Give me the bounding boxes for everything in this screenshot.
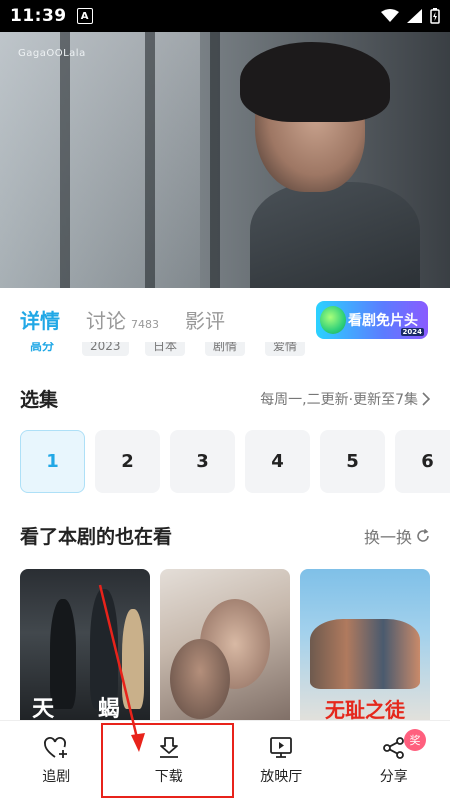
heart-plus-icon <box>44 736 68 758</box>
wifi-icon <box>381 9 399 22</box>
screening-room-button[interactable]: 放映厅 <box>225 721 338 800</box>
poster-title: 无耻之徒 <box>325 698 405 722</box>
status-bar: 11:39 A <box>0 0 450 32</box>
tab-details-label: 详情 <box>20 308 60 333</box>
video-watermark: GagaOOLala <box>18 48 86 59</box>
episode-button[interactable]: 1 <box>20 430 85 493</box>
episode-button[interactable]: 5 <box>320 430 385 493</box>
chevron-right-icon <box>422 392 430 406</box>
share-button[interactable]: 分享 奖 <box>338 721 450 800</box>
promo-label: 看剧免片头 <box>348 313 418 329</box>
tag-chip[interactable]: 剧情 <box>205 342 246 356</box>
tab-details[interactable]: 详情 <box>20 305 60 334</box>
episode-list: 1 2 3 4 5 6 <box>20 430 450 493</box>
poster-title: 天 蝎 <box>32 697 138 722</box>
recommend-poster[interactable] <box>160 569 290 729</box>
refresh-button[interactable]: 换一换 <box>364 524 430 548</box>
episode-button[interactable]: 6 <box>395 430 450 493</box>
follow-label: 追剧 <box>42 768 71 785</box>
video-person-hair <box>240 42 390 122</box>
detail-tabs: 详情 讨论 7483 影评 看剧免片头 2024 <box>0 288 450 350</box>
refresh-label: 换一换 <box>363 528 412 547</box>
share-label: 分享 <box>379 768 408 785</box>
recommend-poster[interactable]: 无耻之徒 <box>300 569 430 729</box>
poster-cast <box>310 619 420 689</box>
video-window-frame <box>60 32 70 288</box>
recommend-poster[interactable]: 天 蝎 <box>20 569 150 729</box>
video-person-body <box>250 182 420 288</box>
signal-icon <box>407 9 422 23</box>
episodes-update-link[interactable]: 每周一,二更新·更新至7集 <box>260 389 430 409</box>
tag-chip[interactable]: 日本 <box>145 342 186 356</box>
tab-discussion-label: 讨论 <box>86 308 126 333</box>
battery-icon <box>430 8 440 24</box>
annotation-highlight-box <box>101 723 234 798</box>
video-window-light <box>0 32 200 288</box>
tab-reviews[interactable]: 影评 <box>185 305 225 334</box>
tag-chip[interactable]: 2023 <box>82 342 129 356</box>
reward-badge: 奖 <box>404 729 426 751</box>
video-window-frame <box>145 32 155 288</box>
episode-button[interactable]: 3 <box>170 430 235 493</box>
episode-button[interactable]: 4 <box>245 430 310 493</box>
video-window-frame <box>210 32 220 288</box>
tag-chip[interactable]: 爱情 <box>265 342 306 356</box>
tag-row: 高分 2023 日本 剧情 爱情 <box>0 342 450 358</box>
mascot-icon <box>320 306 346 334</box>
promo-chip: 2024 <box>400 328 424 336</box>
screen-play-icon <box>270 736 293 758</box>
share-icon <box>382 736 404 759</box>
follow-button[interactable]: 追剧 <box>0 721 113 800</box>
screening-label: 放映厅 <box>260 768 303 785</box>
skip-intro-promo-button[interactable]: 看剧免片头 2024 <box>316 301 428 339</box>
video-player[interactable]: GagaOOLala <box>0 32 450 288</box>
refresh-icon <box>417 529 429 542</box>
episodes-update-info: 每周一,二更新·更新至7集 <box>260 392 418 408</box>
recommend-title: 看了本剧的也在看 <box>20 526 173 548</box>
tab-discussion[interactable]: 讨论 7483 <box>86 305 159 334</box>
tab-discussion-count: 7483 <box>131 317 159 331</box>
episode-button[interactable]: 2 <box>95 430 160 493</box>
recommend-list: 天 蝎 无耻之徒 <box>20 569 430 729</box>
episodes-title: 选集 <box>20 389 59 411</box>
tab-reviews-label: 影评 <box>185 308 225 333</box>
status-time: 11:39 <box>10 6 67 26</box>
tag-chip[interactable]: 高分 <box>22 342 62 356</box>
poster-face <box>170 639 230 719</box>
notification-icon: A <box>76 8 93 24</box>
